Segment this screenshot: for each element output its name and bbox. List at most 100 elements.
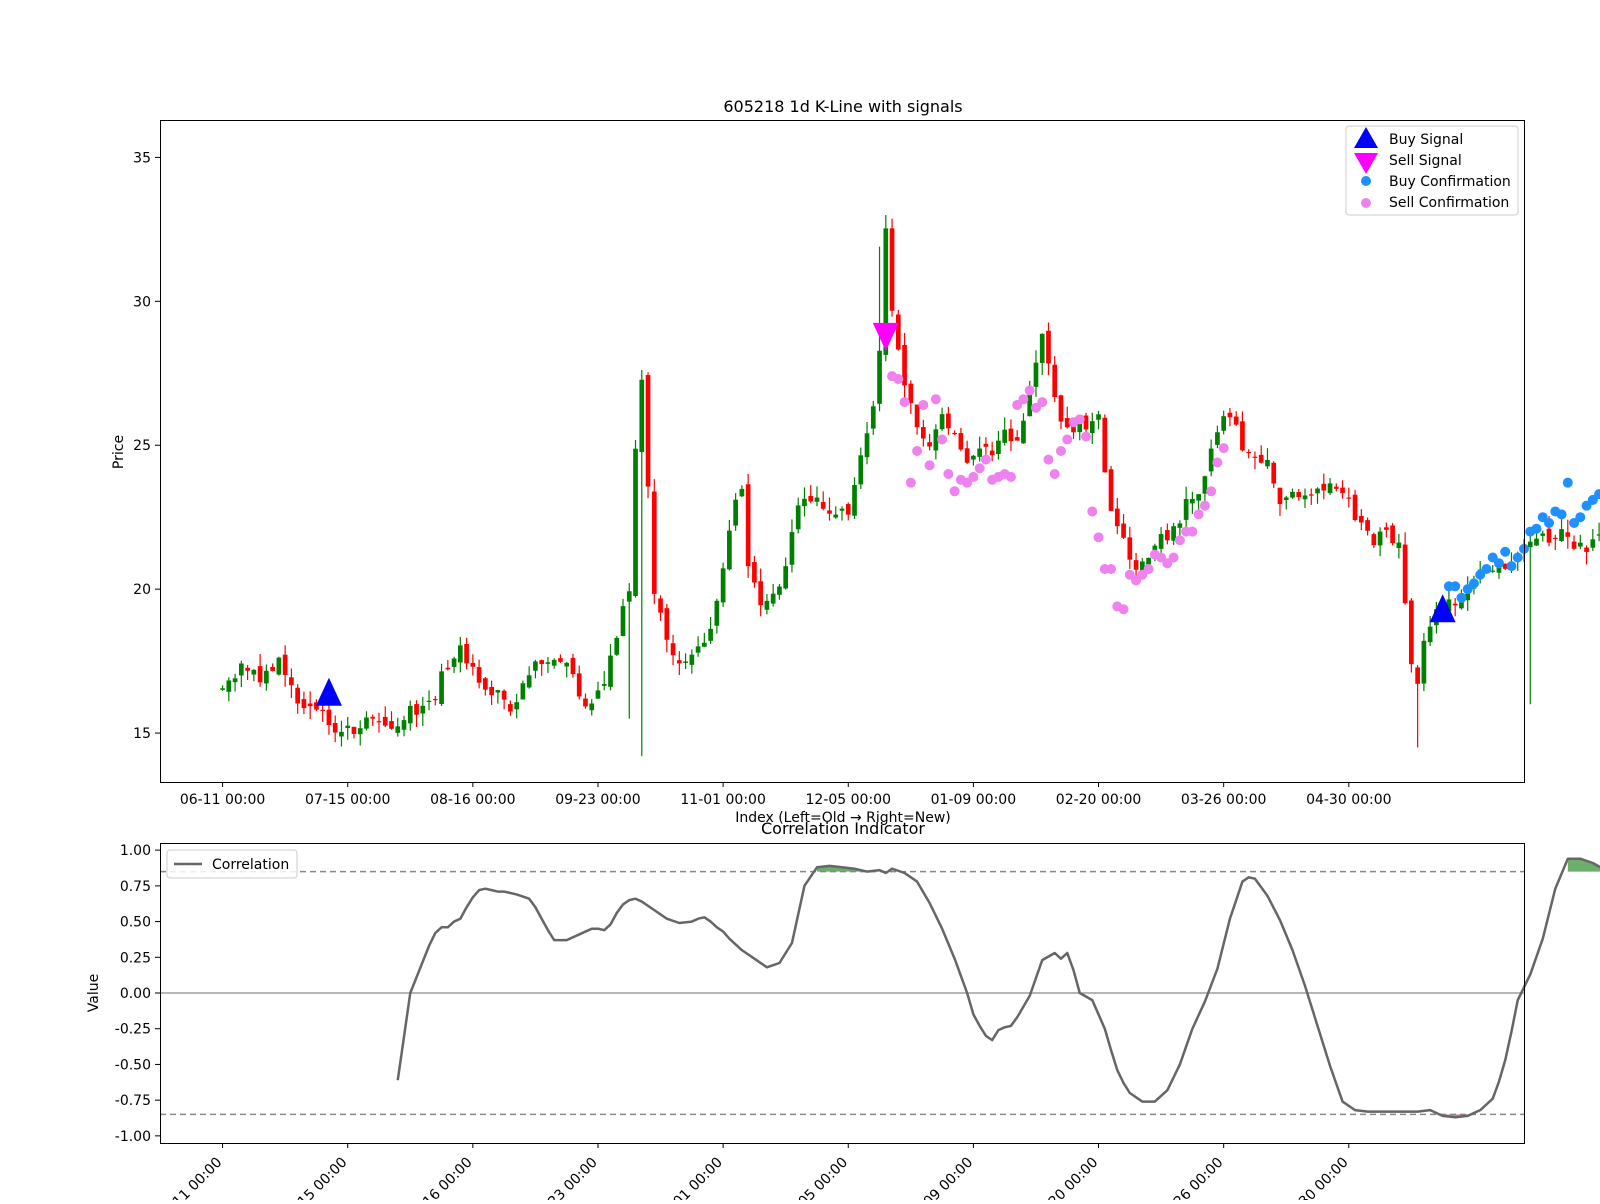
candle-body [683,661,688,663]
candle-body [570,657,576,675]
candle-body [1452,603,1458,606]
candle-body [601,683,607,686]
candle-body [1008,428,1014,442]
candle-body [464,644,469,664]
correlation-x-tick-label: 09-23 00:00 [529,1155,601,1200]
candle-body [820,502,826,509]
candle-body [1058,395,1064,422]
kline-x-ticks: 06-11 00:00 07-15 00:00 08-16 00:00 09-23 0… [180,782,1392,808]
sell-confirmation-point [1174,535,1185,546]
candle-body [533,661,538,671]
candle-body [1246,451,1252,454]
sell-confirmation-point [924,460,935,471]
candle-body [414,704,419,715]
sell-confirmation-point [930,394,941,405]
correlation-x-tick-label: 12-05 00:00 [779,1155,851,1200]
candle-body [1002,429,1008,443]
candle-body [889,228,895,311]
candle-body [708,628,713,641]
correlation-panel: Correlation Indicator -1.00 -0.75 -0.50 -0.… [86,819,1600,1204]
candle-body [845,504,851,515]
kline-y-tick-label: 35 [133,150,151,166]
sell-confirmation-point [1206,486,1217,497]
kline-x-tick-label: 08-16 00:00 [430,792,515,808]
candle-body [939,414,945,430]
buy-confirmation-point [1481,564,1492,575]
kline-x-tick-label: 12-05 00:00 [806,792,891,808]
sell-confirmation-point [918,399,929,410]
sell-confirmation-point [1049,469,1060,480]
candle-body [351,726,357,734]
buy-signal-marker [1429,594,1456,623]
sell-confirmation-point [980,454,991,465]
candle-body [777,586,782,595]
candle-body [376,721,382,723]
candle-body [864,433,870,458]
candle-body [1527,541,1533,548]
candle-body [520,683,526,700]
candle-body [257,666,263,683]
candle-body [1384,527,1389,530]
sell-confirmation-point [1074,414,1085,425]
kline-x-tick-label: 01-09 00:00 [931,792,1016,808]
correlation-x-tick-label: 06-11 00:00 [154,1155,226,1200]
buy-confirmation-point [1493,558,1504,569]
candle-body [1227,412,1233,418]
buy-confirmation-point [1544,517,1555,528]
correlation-x-tick-label: 01-09 00:00 [904,1155,976,1200]
candle-body [1240,421,1245,451]
candle-body [483,678,488,690]
candle-body [332,723,338,733]
candle-body [914,404,920,428]
candle-body [971,455,976,460]
candle-body [676,660,682,664]
candle-body [282,654,288,675]
candle-body [1046,330,1051,364]
candle-body [583,698,588,707]
candle-body [1252,456,1258,458]
candle-body [564,662,570,667]
sell-confirmation-point [1037,397,1048,408]
sell-confirmation-point [937,434,948,445]
candle-body [858,455,864,485]
candle-body [1333,486,1339,489]
candle-body [401,720,407,730]
candle-body [802,498,807,507]
candle-body [1321,483,1327,491]
candle-body [658,598,663,613]
correlation-line [396,857,1600,1119]
candle-body [489,686,494,696]
candle-body [595,690,601,699]
candle-body [852,484,857,516]
candle-body [964,448,970,463]
candle-body [1427,626,1433,643]
candle-body [495,690,501,693]
candle-body [1096,414,1101,420]
sell-confirmation-point [1118,604,1129,615]
correlation-y-ticks: -1.00 -0.75 -0.50 -0.25 0.00 0.25 0.50 0.75 1.00 [115,843,160,1145]
buy-confirmation-point [1456,592,1467,603]
candle-body [407,705,413,724]
candle-body [1108,469,1114,511]
candle-body [1421,640,1427,684]
sell-confirmation-point [1212,457,1223,468]
correlation-series [396,857,1600,1119]
candle-body [1552,537,1558,540]
buy-confirmation-point [1506,561,1517,572]
legend-buy-signal-label: Buy Signal [1389,132,1463,148]
candle-body [664,608,670,640]
candle-body [1296,492,1302,498]
sell-confirmation-point [1199,500,1210,511]
sell-confirmation-point [968,471,979,482]
candle-body [357,728,363,735]
correlation-x-ticks: 06-11 00:00 07-15 00:00 08-16 00:00 09-23 0… [154,1143,1352,1204]
kline-x-tick-label: 02-20 00:00 [1056,792,1141,808]
candle-body [445,667,451,670]
correlation-x-tick-label: 02-20 00:00 [1030,1155,1102,1200]
candle-body [1308,494,1314,496]
candle-body [651,491,657,594]
candle-body [1377,531,1383,546]
candle-body [264,670,269,684]
candle-body [395,726,401,733]
candle-body [364,717,369,729]
